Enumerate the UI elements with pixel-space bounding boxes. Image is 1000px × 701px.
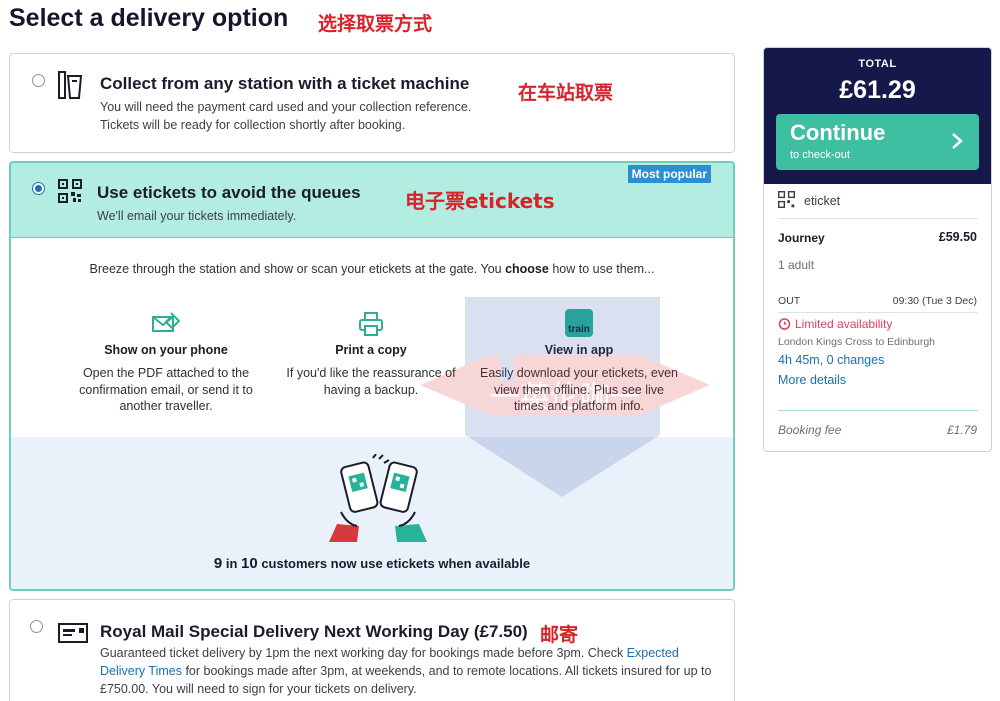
radio-station[interactable] — [32, 74, 45, 87]
chevron-right-icon — [951, 132, 963, 155]
ticket-machine-icon — [56, 70, 86, 105]
delivery-option-station[interactable]: Collect from any station with a ticket m… — [9, 53, 735, 153]
passengers: 1 adult — [778, 258, 815, 272]
annotation-eticket: 电子票etickets — [405, 189, 555, 213]
option-description: You will need the payment card used and … — [100, 100, 472, 132]
booking-summary: TOTAL £61.29 Continue to check-out etick… — [763, 47, 992, 452]
total-label: TOTAL — [858, 58, 897, 70]
eticket-intro: Breeze through the station and show or s… — [89, 262, 655, 276]
option-title: Collect from any station with a ticket m… — [100, 74, 470, 93]
delivery-option-eticket[interactable]: Use etickets to avoid the queues We'll e… — [9, 161, 735, 591]
availability-warning: Limited availability — [795, 317, 893, 331]
divider — [778, 218, 978, 219]
delivery-option-royal-mail[interactable]: Royal Mail Special Delivery Next Working… — [9, 599, 735, 701]
annotation-mail: 邮寄 — [540, 624, 579, 646]
booking-fee-value: £1.79 — [946, 423, 977, 437]
qr-code-icon — [778, 191, 795, 213]
train-app-icon: train — [479, 303, 679, 337]
journey-price: £59.50 — [938, 230, 977, 244]
divider — [778, 410, 978, 411]
page-title: Select a delivery option — [9, 4, 289, 32]
eticket-promo: 9 in 10 customers now use etickets when … — [11, 437, 733, 589]
annotation-station: 在车站取票 — [518, 82, 614, 104]
annotation-title: 选择取票方式 — [318, 13, 433, 35]
phones-cheers-illustration-icon — [323, 453, 433, 549]
radio-eticket[interactable] — [32, 182, 45, 195]
route: London Kings Cross to Edinburgh — [778, 336, 936, 348]
feature-phone: Show on your phone Open the PDF attached… — [66, 303, 266, 415]
option-description: Guaranteed ticket delivery by 1pm the ne… — [100, 646, 712, 696]
continue-button[interactable]: Continue to check-out — [776, 114, 979, 170]
most-popular-badge: Most popular — [627, 165, 711, 183]
more-details-link[interactable]: More details — [778, 373, 978, 387]
feature-print: Print a copy If you'd like the reassuran… — [271, 303, 471, 398]
eticket-usage-stat: 9 in 10 customers now use etickets when … — [213, 555, 531, 572]
out-time: 09:30 (Tue 3 Dec) — [892, 295, 977, 307]
option-title: Royal Mail Special Delivery Next Working… — [100, 622, 528, 641]
divider — [778, 312, 978, 313]
envelope-icon — [58, 623, 88, 648]
printer-icon — [271, 303, 471, 337]
total-amount: £61.29 — [839, 76, 916, 104]
duration-changes: 4h 45m, 0 changes — [778, 353, 885, 367]
option-description: We'll email your tickets immediately. — [97, 209, 297, 223]
delivery-type: eticket — [804, 194, 841, 208]
feature-app: train View in app Easily download your e… — [479, 303, 679, 415]
option-title: Use etickets to avoid the queues — [97, 183, 361, 202]
alarm-clock-icon — [778, 317, 791, 335]
radio-royal-mail[interactable] — [30, 620, 43, 633]
email-attachment-icon — [66, 303, 266, 337]
summary-header: TOTAL £61.29 Continue to check-out — [764, 48, 991, 184]
qr-code-icon — [58, 179, 82, 208]
